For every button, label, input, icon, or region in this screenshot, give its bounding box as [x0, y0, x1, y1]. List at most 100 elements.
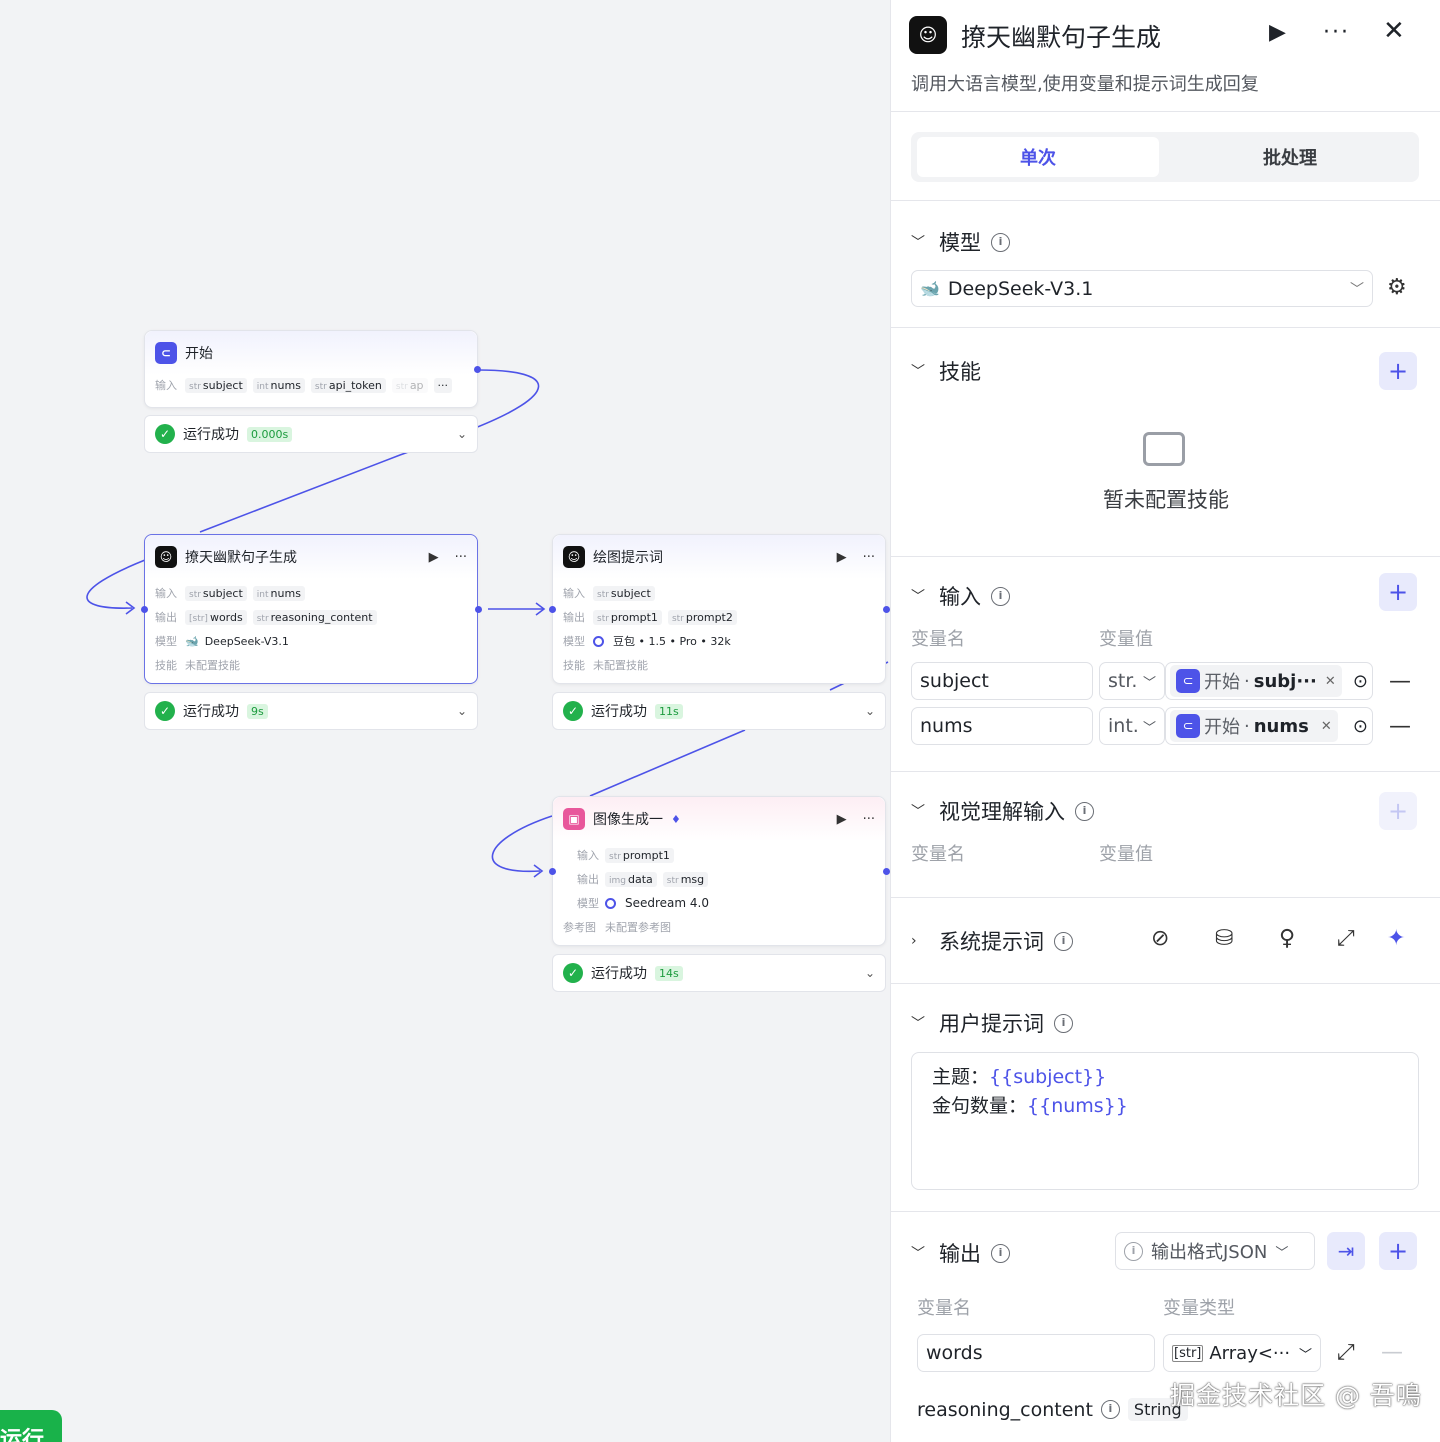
joke-input-port[interactable]: [141, 606, 148, 613]
node-joke-status[interactable]: ✓ 运行成功 9s ⌄: [144, 692, 478, 730]
more-vars-button[interactable]: ···: [433, 377, 453, 393]
info-icon: i: [1124, 1241, 1143, 1261]
remove-input-button[interactable]: —: [1389, 714, 1411, 739]
input-type-select[interactable]: str. ﹀: [1099, 662, 1165, 700]
joke-output-port[interactable]: [475, 606, 482, 613]
draw-output-port[interactable]: [883, 606, 890, 613]
node-image-gen[interactable]: ▣ 图像生成一 ♦ ▶ ··· 输入 str prompt1 输出 img data…: [552, 796, 886, 946]
add-skill-button[interactable]: +: [1379, 352, 1417, 390]
panel-header: ☺ 撩天幽默句子生成 ▶ ··· ✕ 调用大语言模型,使用变量和提示词生成回复: [891, 0, 1440, 112]
prompt-library-icon[interactable]: ⛁: [1215, 926, 1233, 951]
input-name-field[interactable]: subject: [911, 662, 1093, 700]
image-output-port[interactable]: [883, 868, 890, 875]
more-icon[interactable]: ···: [863, 812, 875, 827]
output-type-select[interactable]: [str] Array<··· ﹀: [1163, 1334, 1321, 1372]
compass-icon[interactable]: ⊘: [1151, 926, 1169, 951]
panel-description[interactable]: 调用大语言模型,使用变量和提示词生成回复: [911, 70, 1259, 96]
info-icon[interactable]: i: [991, 586, 1010, 606]
col-var-value: 变量值: [1099, 629, 1153, 650]
chevron-right-icon[interactable]: ›: [911, 933, 929, 949]
panel-title[interactable]: 撩天幽默句子生成: [961, 18, 1161, 54]
user-prompt-header[interactable]: ﹀ 用户提示词 i: [911, 1008, 1073, 1038]
play-icon[interactable]: ▶: [429, 550, 439, 565]
skills-section-header[interactable]: ﹀ 技能: [911, 356, 981, 386]
gear-icon[interactable]: ⚙: [1387, 275, 1407, 300]
info-icon[interactable]: i: [1100, 1400, 1120, 1419]
output-name-field[interactable]: words: [917, 1334, 1155, 1372]
chevron-down-icon[interactable]: ﹀: [911, 232, 929, 252]
info-icon[interactable]: i: [1054, 931, 1073, 951]
model-label: 模型: [939, 231, 981, 255]
input-ref-select[interactable]: ⊂ 开始 · nums ✕ ⊙: [1165, 707, 1373, 745]
input-name-field[interactable]: nums: [911, 707, 1093, 745]
play-icon[interactable]: ▶: [1269, 20, 1286, 45]
skill-label: 技能: [563, 659, 585, 672]
info-icon[interactable]: i: [991, 1243, 1010, 1263]
node-start[interactable]: ⊂ 开始 输入 str subject int nums str api_token …: [144, 330, 478, 408]
close-icon[interactable]: ✕: [1383, 16, 1405, 46]
clear-ref-icon[interactable]: ✕: [1321, 719, 1332, 734]
add-vision-input-button[interactable]: +: [1379, 792, 1417, 830]
more-icon[interactable]: ···: [455, 550, 467, 565]
variable-picker-icon[interactable]: ⊙: [1353, 671, 1368, 692]
remove-input-button[interactable]: —: [1389, 669, 1411, 694]
chevron-down-icon[interactable]: ﹀: [911, 1013, 929, 1033]
chevron-down-icon[interactable]: ﹀: [911, 801, 929, 821]
output-format-select[interactable]: i 输出格式JSON ﹀: [1115, 1232, 1315, 1270]
info-icon[interactable]: i: [991, 232, 1010, 252]
status-text: 运行成功: [591, 966, 647, 982]
node-joke-skill: 技能 未配置技能: [145, 653, 477, 677]
node-image-status[interactable]: ✓ 运行成功 14s ⌄: [552, 954, 886, 992]
diamond-icon: ♦: [671, 812, 681, 826]
workflow-canvas[interactable]: ⊂ 开始 输入 str subject int nums str api_token …: [0, 0, 890, 1442]
add-input-button[interactable]: +: [1379, 573, 1417, 611]
ai-sparkle-icon[interactable]: ✦: [1387, 926, 1405, 951]
start-output-port[interactable]: [474, 366, 481, 373]
input-ref-select[interactable]: ⊂ 开始 · subj··· ✕ ⊙: [1165, 662, 1373, 700]
var-tag: str prompt1: [593, 609, 662, 625]
chevron-down-icon[interactable]: ﹀: [911, 586, 929, 606]
import-output-button[interactable]: ⇥: [1327, 1232, 1365, 1270]
tab-batch[interactable]: 批处理: [1169, 137, 1411, 177]
user-prompt-editor[interactable]: 主题：{{subject}} 金句数量：{{nums}}: [911, 1052, 1419, 1190]
expand-icon[interactable]: ⤢: [1337, 1340, 1355, 1365]
llm-node-icon: ☺: [155, 546, 177, 568]
inputs-section-header[interactable]: ﹀ 输入 i: [911, 581, 1010, 611]
lightbulb-icon[interactable]: ♀: [1279, 926, 1295, 951]
node-draw-status[interactable]: ✓ 运行成功 11s ⌄: [552, 692, 886, 730]
play-icon[interactable]: ▶: [837, 550, 847, 565]
clear-ref-icon[interactable]: ✕: [1325, 674, 1336, 689]
run-button[interactable]: 运行: [0, 1410, 62, 1442]
model-section-header[interactable]: ﹀ 模型 i: [911, 227, 1010, 257]
node-draw-prompt[interactable]: ☺ 绘图提示词 ▶ ··· 输入 str subject 输出 str prompt…: [552, 534, 886, 684]
input-type-select[interactable]: int. ﹀: [1099, 707, 1165, 745]
output-section-header[interactable]: ﹀ 输出 i: [911, 1238, 1010, 1268]
tab-single[interactable]: 单次: [917, 137, 1159, 177]
image-input-port[interactable]: [549, 868, 556, 875]
model-select[interactable]: 🐋 DeepSeek-V3.1 ﹀: [911, 270, 1373, 307]
chevron-down-icon[interactable]: ﹀: [911, 361, 929, 381]
more-icon[interactable]: ···: [863, 550, 875, 565]
chevron-down-icon[interactable]: ⌄: [457, 704, 467, 718]
add-output-button[interactable]: +: [1379, 1232, 1417, 1270]
node-image-header: ▣ 图像生成一 ♦ ▶ ···: [553, 797, 885, 841]
chevron-down-icon[interactable]: ⌄: [457, 427, 467, 441]
draw-input-port[interactable]: [549, 606, 556, 613]
node-joke-llm[interactable]: ☺ 撩天幽默句子生成 ▶ ··· 输入 str subject int nums 输…: [144, 534, 478, 684]
info-icon[interactable]: i: [1075, 801, 1094, 821]
chevron-down-icon[interactable]: ⌄: [865, 704, 875, 718]
system-prompt-header[interactable]: › 系统提示词 i: [911, 926, 1073, 956]
vision-section-header[interactable]: ﹀ 视觉理解输入 i: [911, 796, 1094, 826]
empty-box-icon: [1143, 432, 1185, 466]
chevron-down-icon[interactable]: ﹀: [911, 1243, 929, 1263]
expand-icon[interactable]: ⤢: [1337, 926, 1355, 951]
play-icon[interactable]: ▶: [837, 812, 847, 827]
variable-picker-icon[interactable]: ⊙: [1353, 716, 1368, 737]
chevron-down-icon[interactable]: ⌄: [865, 966, 875, 980]
info-icon[interactable]: i: [1054, 1013, 1073, 1033]
more-icon[interactable]: ···: [1323, 20, 1350, 45]
node-start-status[interactable]: ✓ 运行成功 0.000s ⌄: [144, 415, 478, 453]
var-tag: str msg: [662, 871, 709, 887]
input-label: 输入: [155, 587, 177, 600]
remove-output-button[interactable]: —: [1381, 1340, 1403, 1365]
